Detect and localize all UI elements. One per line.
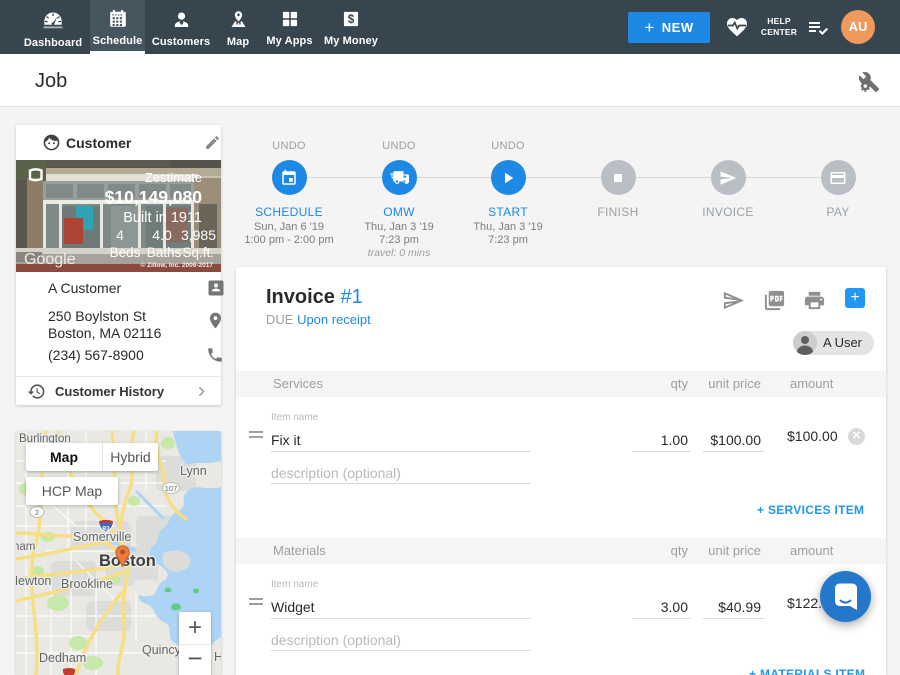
svg-text:Quincy: Quincy — [142, 643, 182, 657]
svg-text:Lynn: Lynn — [180, 464, 207, 478]
svg-text:Hi: Hi — [214, 650, 221, 664]
svg-text:Sq.ft.: Sq.ft. — [182, 245, 214, 260]
svg-text:$: $ — [348, 13, 355, 26]
svg-text:4: 4 — [116, 227, 124, 243]
svg-text:Beds: Beds — [110, 245, 141, 260]
svg-text:93: 93 — [102, 526, 110, 533]
svg-text:Zestimate: Zestimate — [145, 170, 202, 185]
svg-text:Baths: Baths — [147, 245, 182, 260]
svg-text:3,985: 3,985 — [181, 227, 216, 243]
svg-text:Built in 1911: Built in 1911 — [123, 210, 202, 226]
svg-text:Brookline: Brookline — [61, 577, 113, 591]
svg-text:ham: ham — [16, 541, 35, 553]
svg-text:Newton: Newton — [16, 574, 51, 588]
svg-text:Dedham: Dedham — [39, 651, 86, 665]
svg-text:Google: Google — [24, 251, 76, 268]
svg-text:© Zillow, Inc. 2006-2017: © Zillow, Inc. 2006-2017 — [141, 261, 214, 269]
svg-text:2: 2 — [35, 508, 39, 517]
svg-text:107: 107 — [165, 484, 178, 493]
svg-text:$10,149,080: $10,149,080 — [105, 187, 203, 207]
svg-text:4.0: 4.0 — [152, 227, 172, 243]
